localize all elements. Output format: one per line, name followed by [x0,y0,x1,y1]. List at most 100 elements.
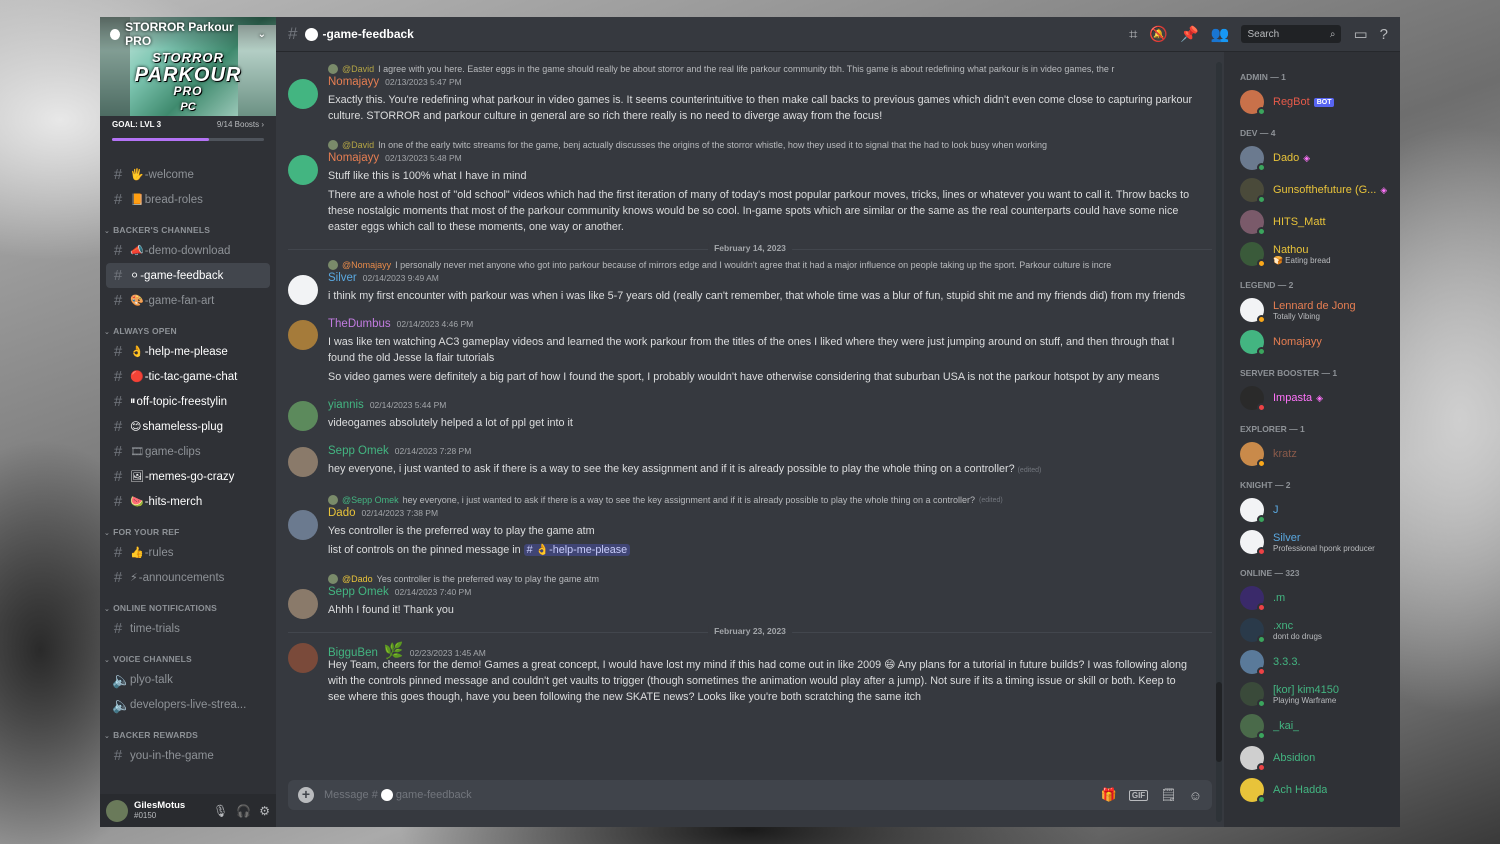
channel-item[interactable]: # 📙 bread-roles [106,187,270,212]
channel-category[interactable]: ⌄ VOICE CHANNELS [100,641,276,667]
channel-emoji-icon: ⏸ [130,395,136,407]
author-name[interactable]: Silver [328,272,357,284]
author-name[interactable]: Nomajayy [328,152,379,164]
scrollbar[interactable] [1216,62,1222,822]
reply-preview[interactable]: @David I agree with you here. Easter eggs… [328,62,1194,76]
member-item[interactable]: HITS_Matt [1234,206,1392,238]
channel-category[interactable]: ⌄ ALWAYS OPEN [100,313,276,339]
channel-emoji-icon: 👌 [130,346,144,358]
message-text: Exactly this. You're redefining what par… [328,94,1193,122]
avatar[interactable] [288,589,318,619]
channel-item[interactable]: # ⏸ off-topic-freestylin [106,389,270,414]
author-name[interactable]: Nomajayy [328,76,379,88]
status-icon [1257,403,1266,412]
channel-item[interactable]: # 😊 shameless-plug [106,414,270,439]
avatar [1240,778,1266,804]
channel-item[interactable]: # you-in-the-game [106,743,270,768]
avatar[interactable] [288,320,318,350]
add-attachment-icon[interactable]: + [298,787,314,803]
reply-preview[interactable]: @David In one of the early twitc streams … [328,138,1194,152]
channel-mention[interactable]: # 👌-help-me-please [523,544,631,556]
author-name[interactable]: Sepp Omek [328,586,389,598]
member-item[interactable]: 3.3.3. [1234,646,1392,678]
channel-item[interactable]: # ⚪ -game-feedback [106,263,270,288]
category-name: BACKER REWARDS [113,730,199,740]
member-item[interactable]: [kor] kim4150 Playing Warframe [1234,678,1392,710]
author-name[interactable]: TheDumbus [328,318,391,330]
avatar[interactable] [288,510,318,540]
member-item[interactable]: _kai_ [1234,710,1392,742]
avatar[interactable] [288,275,318,305]
gear-icon[interactable]: ⚙ [259,804,270,818]
channel-category[interactable]: ⌄ BACKER REWARDS [100,717,276,743]
avatar[interactable] [288,79,318,109]
member-item[interactable]: J [1234,494,1392,526]
help-icon[interactable]: ? [1380,26,1388,43]
channel-item[interactable]: 🔈 developers-live-strea... [106,692,270,717]
channel-item[interactable]: # 👍 -rules [106,540,270,565]
channel-item[interactable]: # 🔴 -tic-tac-game-chat [106,364,270,389]
avatar [1240,530,1266,556]
reply-preview[interactable]: @Dado Yes controller is the preferred way… [328,572,1194,586]
reply-preview[interactable]: @Sepp Omek hey everyone, i just wanted to… [328,493,1194,507]
avatar[interactable] [288,643,318,673]
channel-name: -announcements [138,571,225,584]
channel-item[interactable]: 🔈 plyo-talk [106,667,270,692]
channel-category[interactable]: ⌄ BACKER'S CHANNELS [100,212,276,238]
gift-icon[interactable]: 🎁 [1101,787,1117,803]
avatar[interactable] [288,401,318,431]
status-icon [1257,795,1266,804]
message-composer[interactable]: + Message # game-feedback 🎁 GIF 🗒 ☺ [288,780,1212,810]
channel-item[interactable]: # 🖐 -welcome [106,162,270,187]
reply-preview[interactable]: @Nomajayy I personally never met anyone w… [328,258,1194,272]
search-input[interactable]: Search ⌕ [1241,25,1342,43]
member-item[interactable]: Lennard de Jong Totally Vibing [1234,294,1392,326]
author-name[interactable]: Dado [328,507,356,519]
member-list-icon[interactable]: 👥 [1211,25,1230,43]
member-item[interactable]: Impasta ◈ [1234,382,1392,414]
channel-item[interactable]: # time-trials [106,616,270,641]
timestamp: 02/14/2023 9:49 AM [362,273,439,283]
microphone-icon[interactable]: 🎙 [213,804,228,818]
avatar[interactable] [106,799,128,822]
edited-label: (edited) [979,496,1003,504]
author-name[interactable]: Sepp Omek [328,445,389,457]
member-item[interactable]: kratz [1234,438,1392,470]
server-name-header[interactable]: STORROR Parkour PRO ⌄ [100,17,276,51]
channel-item[interactable]: # 👌 -help-me-please [106,339,270,364]
member-item[interactable]: Nathou 🍞 Eating bread [1234,238,1392,270]
channel-title: -game-feedback [305,27,414,41]
emoji-icon[interactable]: ☺ [1189,788,1202,803]
status-icon [1257,515,1266,524]
threads-icon[interactable]: ⌗ [1129,26,1137,43]
notification-bell-muted-icon[interactable]: 🔕 [1149,25,1168,43]
channel-category[interactable]: ⌄ FOR YOUR REF [100,514,276,540]
channel-item[interactable]: # ⚡ -announcements [106,565,270,590]
member-item[interactable]: .m [1234,582,1392,614]
channel-item[interactable]: # 🍉 -hits-merch [106,489,270,514]
member-item[interactable]: Gunsofthefuture (G... ◈ [1234,174,1392,206]
author-name[interactable]: yiannis [328,399,364,411]
inbox-icon[interactable]: ▭ [1353,25,1367,43]
channel-item[interactable]: # 🎨 -game-fan-art [106,288,270,313]
avatar [1240,178,1266,204]
member-item[interactable]: Absidion [1234,742,1392,774]
member-item[interactable]: .xnc dont do drugs [1234,614,1392,646]
channel-item[interactable]: # 📣 -demo-download [106,238,270,263]
member-status-text: 🍞 Eating bread [1273,255,1331,265]
sticker-icon[interactable]: 🗒 [1160,787,1177,803]
gif-icon[interactable]: GIF [1128,789,1149,801]
channel-item[interactable]: # 🖼 -memes-go-crazy [106,464,270,489]
channel-item[interactable]: # 🎞 game-clips [106,439,270,464]
avatar[interactable] [288,155,318,185]
boost-goal[interactable]: GOAL: LVL 3 9/14 Boosts › [100,116,276,146]
member-item[interactable]: Ach Hadda [1234,774,1392,806]
headphones-icon[interactable]: 🎧 [236,804,251,818]
member-item[interactable]: Nomajayy [1234,326,1392,358]
member-item[interactable]: RegBot BOT [1234,86,1392,118]
channel-category[interactable]: ⌄ ONLINE NOTIFICATIONS [100,590,276,616]
member-item[interactable]: Silver Professional hponk producer [1234,526,1392,558]
pin-icon[interactable]: 📌 [1180,25,1199,43]
member-item[interactable]: Dado ◈ [1234,142,1392,174]
avatar[interactable] [288,447,318,477]
